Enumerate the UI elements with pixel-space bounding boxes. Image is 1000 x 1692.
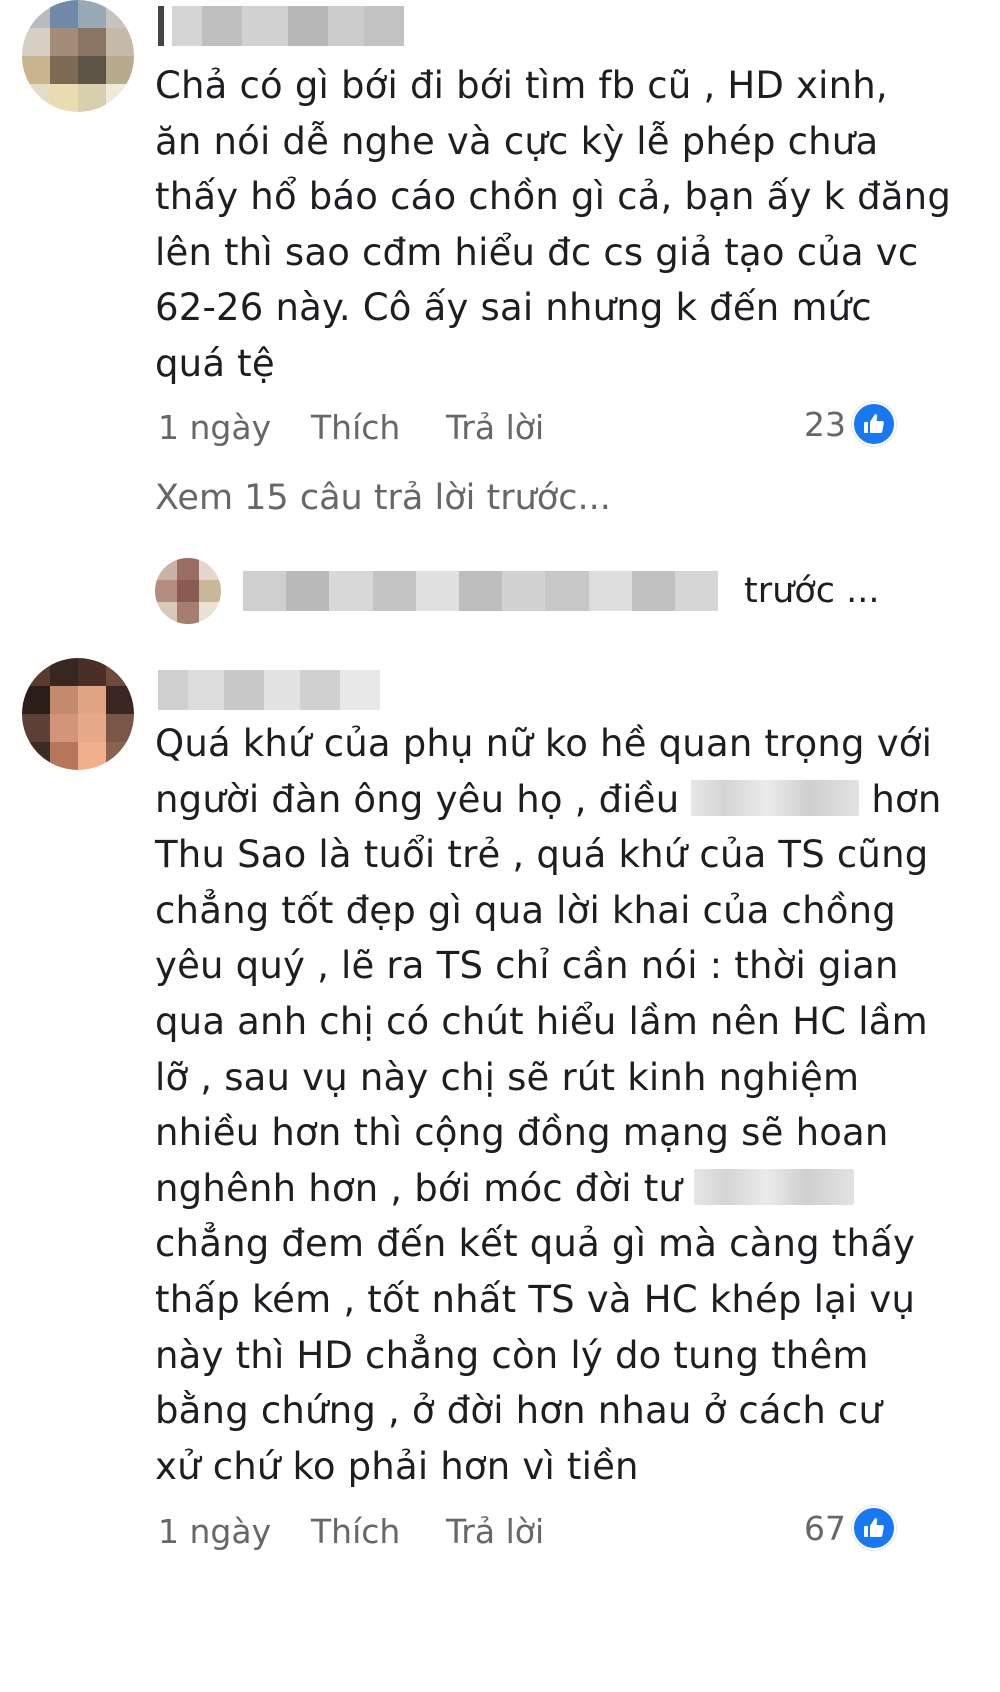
reply-preview[interactable]: trước ... <box>155 558 879 624</box>
comment-line-part: nghênh hơn , bới móc đời tư <box>155 1166 683 1210</box>
comment-line: ăn nói dễ nghe và cực kỳ lễ phép chưa <box>155 119 879 163</box>
comment-line-part: hơn <box>871 777 942 821</box>
comment-line: chẳng tốt đẹp gì qua lời khai của chồng <box>155 888 896 932</box>
thumbs-up-icon <box>852 402 896 446</box>
reply-button[interactable]: Trả lời <box>446 1512 544 1551</box>
author-name[interactable] <box>158 670 380 710</box>
reaction-count: 23 <box>804 404 846 444</box>
redacted-text <box>691 779 860 816</box>
avatar[interactable] <box>22 658 134 770</box>
comment-line: quá tệ <box>155 341 275 385</box>
comment-line: 62-26 này. Cô ấy sai nhưng k đến mức <box>155 286 872 330</box>
comment-line: lên thì sao cđm hiểu đc cs giả tạo của v… <box>155 230 919 274</box>
comment-line: nhiều hơn thì cộng đồng mạng sẽ hoan <box>155 1111 889 1155</box>
comment-actions: 1 ngày Thích Trả lời <box>158 1512 544 1551</box>
reply-preview-blurred-text <box>243 571 719 611</box>
reply-button[interactable]: Trả lời <box>446 408 544 447</box>
comment-line: Chả có gì bới đi bới tìm fb cũ , HD xinh… <box>155 64 888 107</box>
comment-line: yêu quý , lẽ ra TS chỉ cần nói : thời gi… <box>155 944 899 988</box>
reply-preview-suffix: trước ... <box>744 571 880 611</box>
thumbs-up-icon <box>852 1506 896 1550</box>
comment-line: lỡ , sau vụ này chị sẽ rút kinh nghiệm <box>155 1055 860 1099</box>
reaction-count: 67 <box>804 1508 846 1548</box>
reaction-summary[interactable]: 23 <box>804 402 896 446</box>
comment-text: Chả có gì bới đi bới tìm fb cũ , HD xinh… <box>155 58 955 392</box>
comment-line: người đàn ông yêu họ , điều hơn <box>155 772 955 828</box>
comment-line: qua anh chị có chút hiểu lầm nên HC lầm <box>155 999 928 1043</box>
comment-line: chẳng đem đến kết quả gì mà càng thấy <box>155 1222 916 1266</box>
comment-line: xử chứ ko phải hơn vì tiền <box>155 1444 639 1488</box>
avatar[interactable] <box>155 558 221 624</box>
like-button[interactable]: Thích <box>311 1512 446 1551</box>
view-previous-replies-link[interactable]: Xem 15 câu trả lời trước... <box>155 478 611 518</box>
comment-line: nghênh hơn , bới móc đời tư <box>155 1161 955 1217</box>
comment-line: này thì HD chẳng còn lý do tung thêm <box>155 1333 869 1377</box>
avatar[interactable] <box>22 0 134 112</box>
timestamp[interactable]: 1 ngày <box>158 1512 311 1551</box>
comment-line: Thu Sao là tuổi trẻ , quá khứ của TS cũn… <box>155 833 929 877</box>
redacted-text <box>694 1168 855 1205</box>
comment-actions: 1 ngày Thích Trả lời <box>158 408 544 447</box>
comment-text: Quá khứ của phụ nữ ko hề quan trọng với … <box>155 716 955 1494</box>
author-name[interactable] <box>158 6 404 46</box>
comment-line: bằng chứng , ở đời hơn nhau ở cách cư <box>155 1389 883 1433</box>
comment-line-part: người đàn ông yêu họ , điều <box>155 777 680 821</box>
comment-line: thấp kém , tốt nhất TS và HC khép lại vụ <box>155 1277 916 1321</box>
timestamp[interactable]: 1 ngày <box>158 408 311 447</box>
comment-line: thấy hổ báo cáo chồn gì cả, bạn ấy k đăn… <box>155 175 952 219</box>
like-button[interactable]: Thích <box>311 408 446 447</box>
reaction-summary[interactable]: 67 <box>804 1506 896 1550</box>
comment-line: Quá khứ của phụ nữ ko hề quan trọng với <box>155 722 933 765</box>
